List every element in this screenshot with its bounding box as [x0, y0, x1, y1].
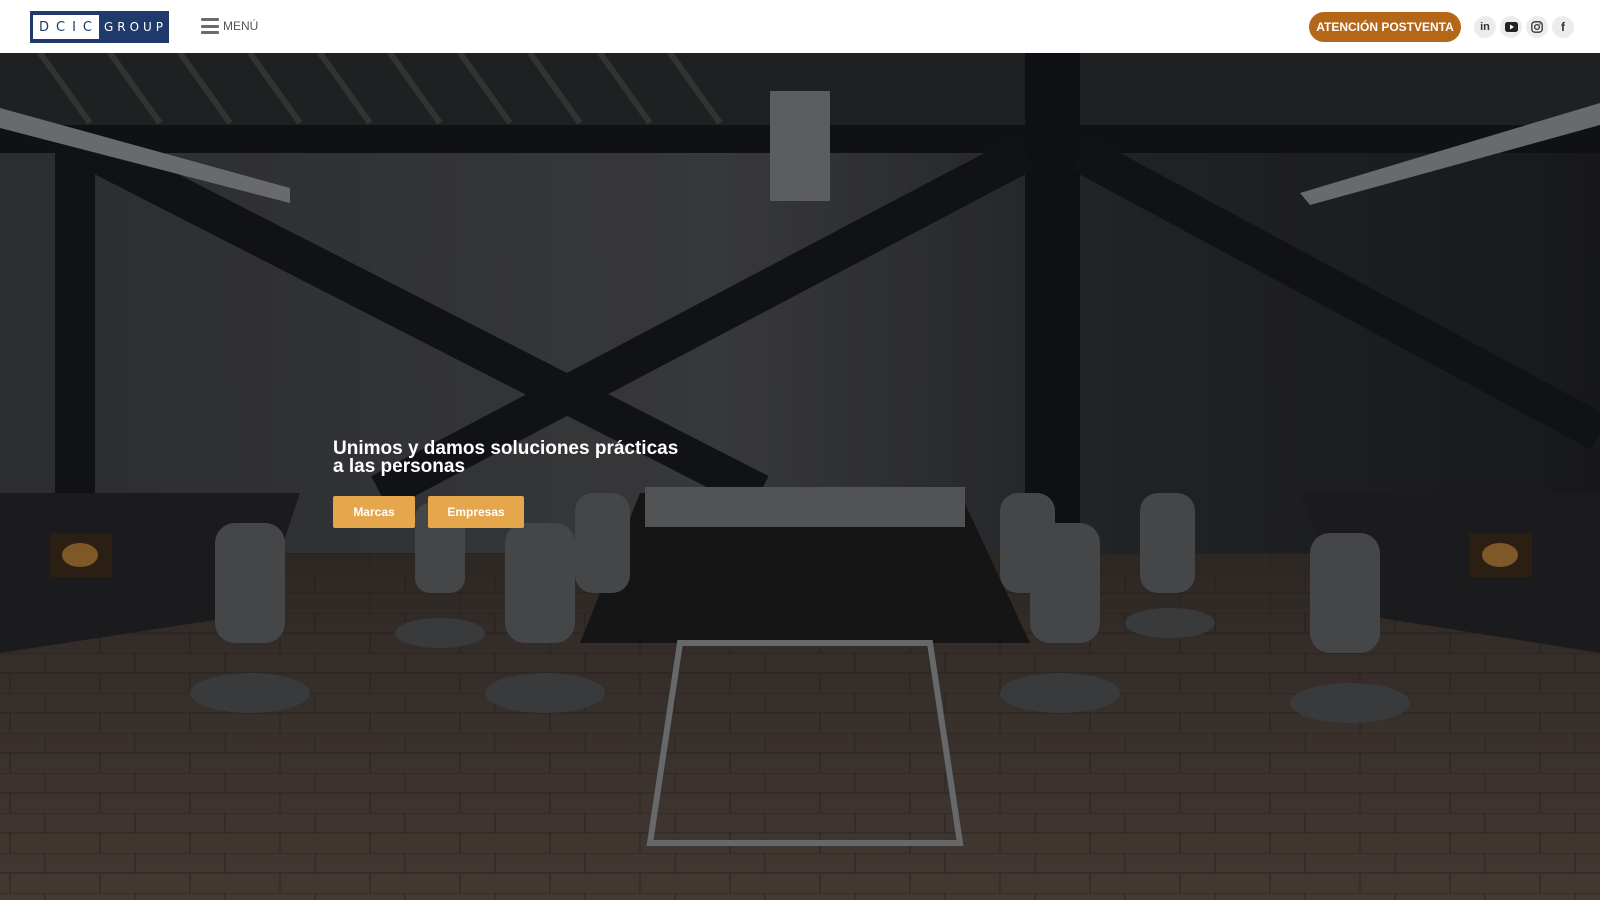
marcas-button[interactable]: Marcas [333, 496, 415, 528]
linkedin-link[interactable]: in [1474, 16, 1496, 38]
hero-headline-line-2: a las personas [333, 456, 466, 477]
hero-headline: Unimos y damos soluciones prácticas a la… [333, 439, 678, 477]
logo-text-left: DCIC [33, 15, 99, 39]
youtube-icon [1504, 22, 1518, 32]
hamburger-icon [201, 18, 219, 34]
instagram-link[interactable] [1526, 16, 1548, 38]
youtube-link[interactable] [1500, 16, 1522, 38]
menu-label: MENÚ [223, 19, 259, 33]
hero-section: Unimos y damos soluciones prácticas a la… [0, 53, 1600, 900]
empresas-button[interactable]: Empresas [428, 496, 524, 528]
office-background-image [0, 53, 1600, 900]
dcic-group-logo[interactable]: DCIC GROUP [30, 11, 169, 43]
facebook-icon: f [1561, 20, 1565, 34]
atencion-postventa-button[interactable]: ATENCIÓN POSTVENTA [1309, 12, 1461, 42]
instagram-icon [1531, 21, 1543, 33]
logo-text-right: GROUP [103, 20, 168, 34]
menu-toggle-button[interactable]: MENÚ [201, 16, 258, 36]
linkedin-icon: in [1480, 21, 1490, 33]
site-header: DCIC GROUP MENÚ ATENCIÓN POSTVENTA in f [0, 0, 1600, 53]
facebook-link[interactable]: f [1552, 16, 1574, 38]
